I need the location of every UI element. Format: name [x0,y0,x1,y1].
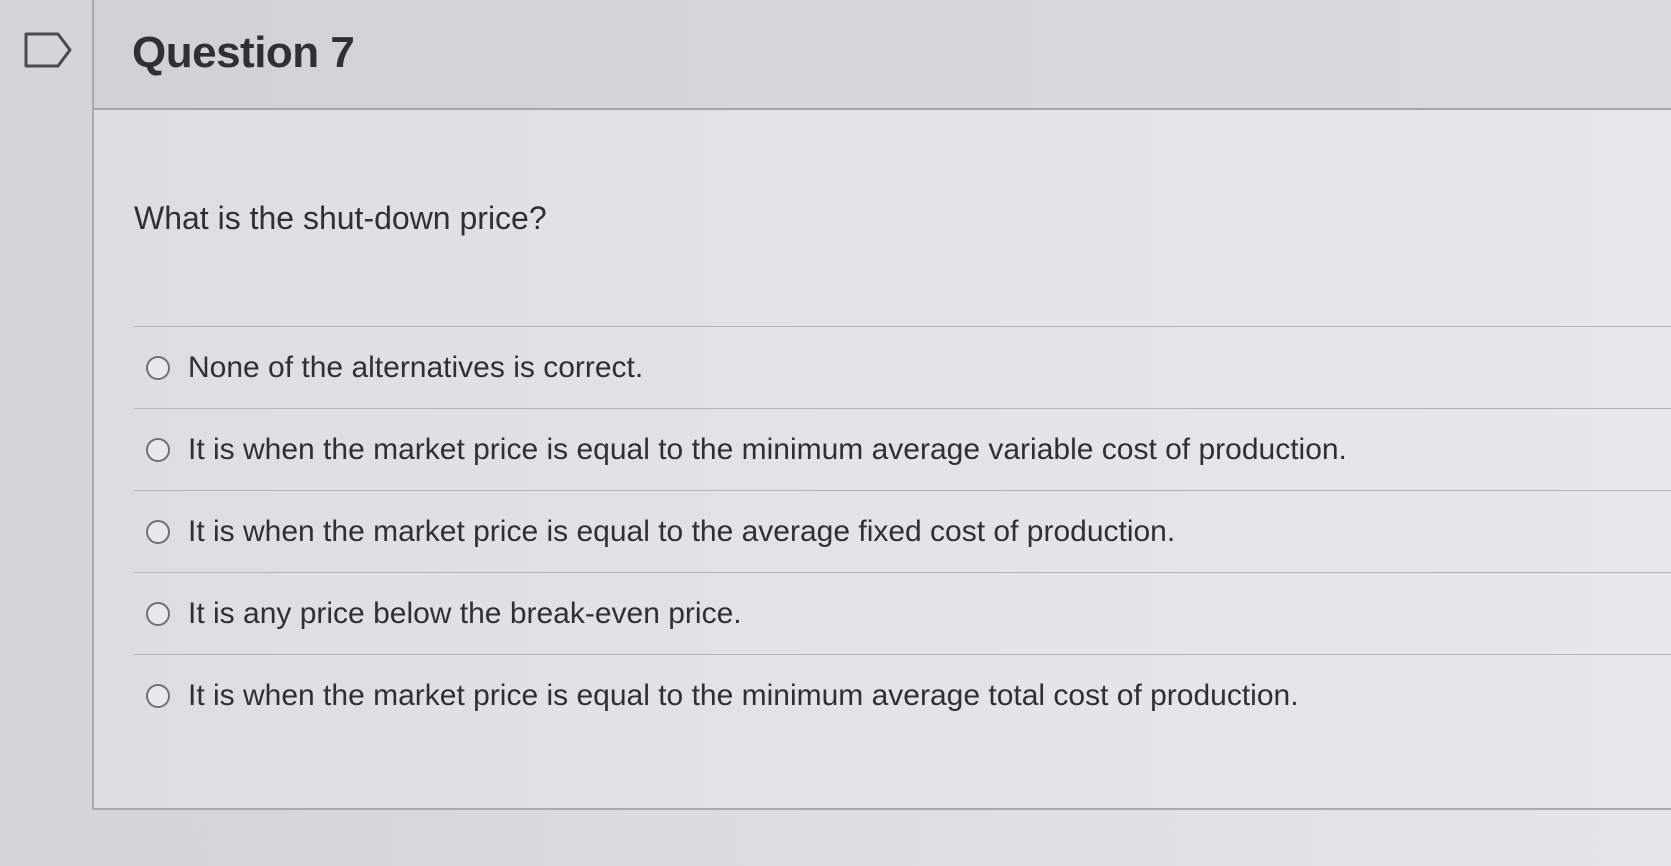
answer-option[interactable]: It is any price below the break-even pri… [134,572,1671,654]
radio-button[interactable] [146,601,170,626]
answer-label[interactable]: None of the alternatives is correct. [188,351,643,385]
radio-button[interactable] [146,355,170,380]
question-title: Question 7 [132,28,355,77]
answer-list: None of the alternatives is correct. It … [134,326,1671,736]
answer-label[interactable]: It is when the market price is equal to … [188,515,1175,549]
question-header: Question 7 [94,0,1671,110]
radio-button[interactable] [146,683,170,708]
answer-label[interactable]: It is when the market price is equal to … [188,433,1347,467]
flag-question-icon[interactable] [24,32,72,68]
answer-option[interactable]: It is when the market price is equal to … [134,490,1671,572]
answer-option[interactable]: It is when the market price is equal to … [134,408,1671,490]
answer-label[interactable]: It is when the market price is equal to … [188,679,1299,713]
radio-button[interactable] [146,437,170,462]
question-card: Question 7 What is the shut-down price? … [92,0,1671,810]
answer-label[interactable]: It is any price below the break-even pri… [188,597,742,631]
radio-button[interactable] [146,519,170,544]
question-text: What is the shut-down price? [134,200,547,236]
answer-option[interactable]: None of the alternatives is correct. [134,326,1671,408]
answer-option[interactable]: It is when the market price is equal to … [134,654,1671,736]
